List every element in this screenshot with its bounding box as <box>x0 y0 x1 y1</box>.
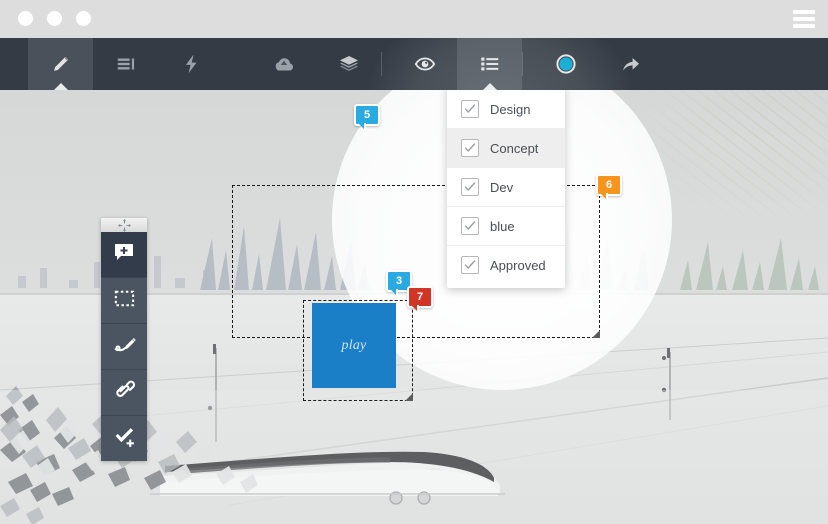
list-tool[interactable] <box>93 38 158 90</box>
badge-tail-inner <box>600 193 606 199</box>
checkbox-checked-icon[interactable] <box>461 100 479 118</box>
toolbar-gap-2 <box>382 38 392 90</box>
layers-tool[interactable] <box>316 38 381 90</box>
lightning-bolt-icon <box>180 53 202 75</box>
color-tool[interactable] <box>533 38 598 90</box>
checkbox-checked-icon[interactable] <box>461 256 479 274</box>
hamburger-bar-2 <box>793 17 815 21</box>
marquee-tool[interactable] <box>101 278 147 324</box>
close-dot[interactable] <box>18 11 33 26</box>
comment-badge-6-number: 6 <box>605 179 613 191</box>
comment-badge-5[interactable]: 5 <box>354 104 380 132</box>
dashed-square-icon <box>113 287 136 315</box>
eye-icon <box>413 52 437 76</box>
comment-badge-7[interactable]: 7 <box>407 286 433 314</box>
add-comment-tool[interactable] <box>101 232 147 278</box>
menu-item-dev[interactable]: Dev <box>447 168 565 207</box>
resize-grip-icon[interactable] <box>405 393 413 401</box>
main-toolbar <box>0 38 828 90</box>
toolbar-gap-1 <box>223 38 251 90</box>
circle-filled-icon <box>554 52 578 76</box>
minimize-dot[interactable] <box>47 11 62 26</box>
titlebar <box>0 0 828 38</box>
menu-item-concept[interactable]: Concept <box>447 129 565 168</box>
preview-tool[interactable] <box>392 38 457 90</box>
flash-tool[interactable] <box>158 38 223 90</box>
play-label: play <box>341 337 367 353</box>
share-tool[interactable] <box>598 38 663 90</box>
menu-item-approved-label: Approved <box>490 257 546 273</box>
hamburger-bar-1 <box>793 10 815 14</box>
menu-item-approved[interactable]: Approved <box>447 246 565 284</box>
menu-item-blue[interactable]: blue <box>447 207 565 246</box>
checkbox-checked-icon[interactable] <box>461 178 479 196</box>
layers-icon <box>337 52 361 76</box>
filter-tool[interactable] <box>457 38 522 90</box>
hamburger-icon[interactable] <box>793 10 815 28</box>
app-window: play 5 6 3 7 Design Concept Dev blue App… <box>0 0 828 524</box>
resize-grip-icon[interactable] <box>592 330 600 338</box>
menu-item-design-label: Design <box>490 101 531 117</box>
maximize-dot[interactable] <box>76 11 91 26</box>
badge-tail-inner <box>358 123 364 129</box>
pencil-icon <box>50 53 72 75</box>
canvas-area[interactable]: play 5 6 3 7 <box>0 90 828 524</box>
badge-tail-inner <box>390 289 396 295</box>
comment-plus-icon <box>112 240 136 269</box>
checkbox-checked-icon[interactable] <box>461 217 479 235</box>
paperclip-link-icon <box>112 378 136 407</box>
filter-dropdown-menu: Design Concept Dev blue Approved <box>447 79 565 288</box>
comment-badge-5-number: 5 <box>363 109 371 121</box>
pencil-tool[interactable] <box>28 38 93 90</box>
move-handle-icon[interactable] <box>101 218 147 232</box>
comment-badge-3-number: 3 <box>395 275 403 287</box>
toolbar-left-pad <box>0 38 28 90</box>
menu-item-concept-label: Concept <box>490 140 539 156</box>
menu-item-blue-label: blue <box>490 218 515 234</box>
tool-palette <box>101 218 147 461</box>
pen-scribble-icon <box>112 332 137 362</box>
comment-badge-7-number: 7 <box>416 291 424 303</box>
attach-tool[interactable] <box>101 370 147 416</box>
window-controls <box>18 11 91 26</box>
hamburger-bar-3 <box>793 24 815 28</box>
play-video-placeholder[interactable]: play <box>312 303 396 388</box>
upload-tool[interactable] <box>251 38 316 90</box>
checkbox-checked-icon[interactable] <box>461 139 479 157</box>
check-plus-icon <box>112 424 137 454</box>
cloud-upload-icon <box>272 52 296 76</box>
approve-tool[interactable] <box>101 416 147 461</box>
menu-item-design[interactable]: Design <box>447 90 565 129</box>
badge-tail-inner <box>411 305 417 311</box>
share-arrow-icon <box>619 52 643 76</box>
comment-badge-6[interactable]: 6 <box>596 174 622 202</box>
text-lines-icon <box>115 53 137 75</box>
menu-item-dev-label: Dev <box>490 179 514 195</box>
list-check-icon <box>479 53 501 75</box>
toolbar-gap-3 <box>523 38 533 90</box>
draw-tool[interactable] <box>101 324 147 370</box>
